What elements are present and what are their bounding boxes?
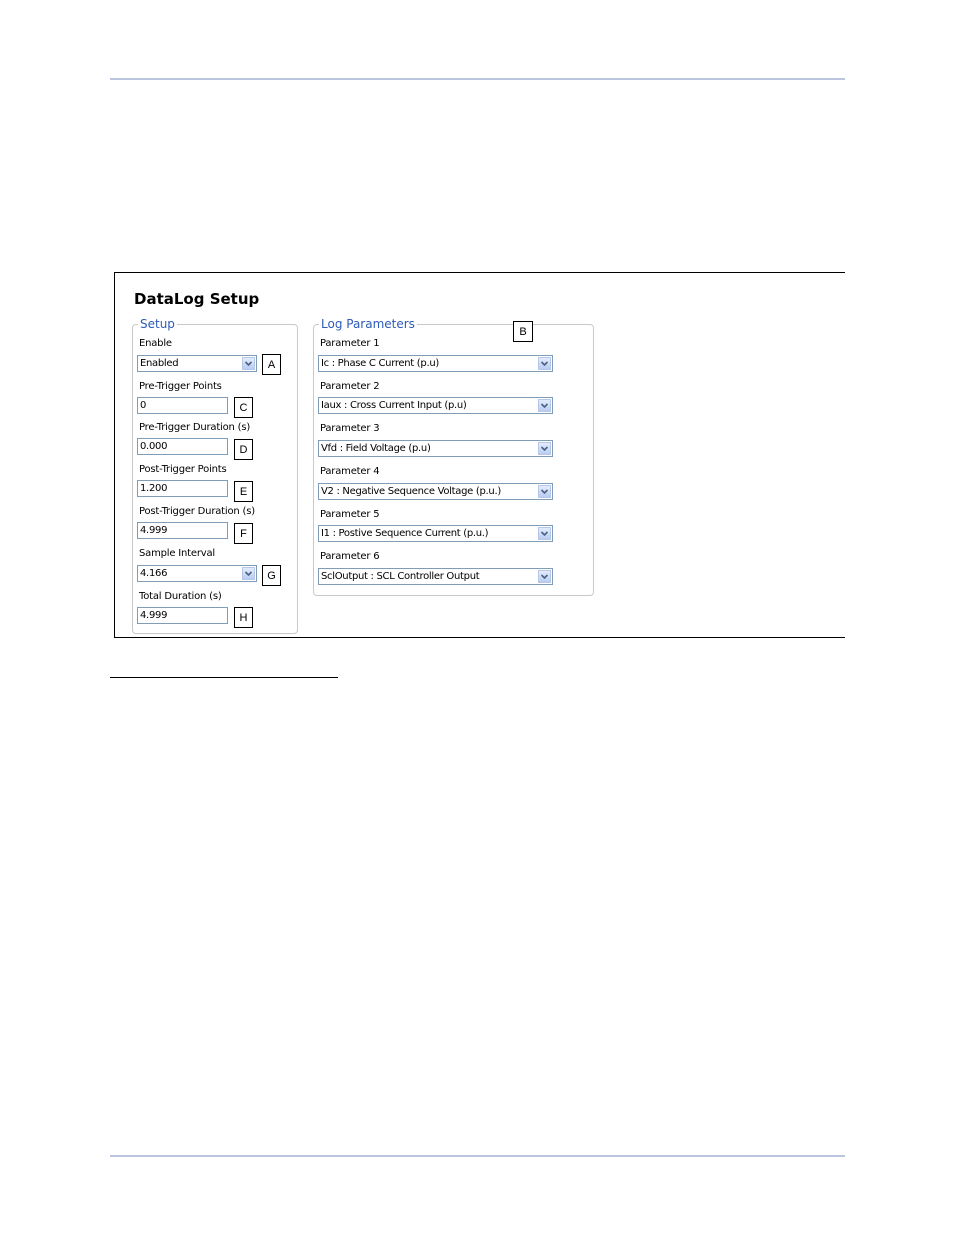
parameter-2-dropdown[interactable]: Iaux : Cross Current Input (p.u) bbox=[318, 397, 553, 414]
callout-g: G bbox=[262, 565, 281, 586]
footnote-rule bbox=[110, 677, 338, 678]
enable-value: Enabled bbox=[140, 358, 179, 369]
chevron-down-icon[interactable] bbox=[242, 567, 255, 580]
pre-trigger-points-label: Pre-Trigger Points bbox=[139, 381, 222, 392]
log-parameters-group: Log Parameters B Parameter 1 Ic : Phase … bbox=[313, 317, 594, 596]
total-duration-value: 4.999 bbox=[140, 610, 168, 621]
parameter-4-label: Parameter 4 bbox=[320, 466, 380, 477]
parameter-4-value: V2 : Negative Sequence Voltage (p.u.) bbox=[321, 486, 501, 497]
enable-dropdown[interactable]: Enabled bbox=[137, 355, 257, 372]
post-trigger-duration-field: 4.999 bbox=[137, 522, 228, 539]
chevron-down-icon[interactable] bbox=[538, 527, 551, 540]
chevron-down-icon[interactable] bbox=[538, 570, 551, 583]
parameter-6-dropdown[interactable]: SclOutput : SCL Controller Output bbox=[318, 568, 553, 585]
post-trigger-points-field: 1.200 bbox=[137, 480, 228, 497]
callout-c: C bbox=[234, 397, 253, 418]
post-trigger-duration-label: Post-Trigger Duration (s) bbox=[139, 506, 255, 517]
parameter-6-label: Parameter 6 bbox=[320, 551, 380, 562]
enable-label: Enable bbox=[139, 338, 172, 349]
parameter-3-value: Vfd : Field Voltage (p.u) bbox=[321, 443, 431, 454]
parameter-5-value: I1 : Postive Sequence Current (p.u.) bbox=[321, 528, 489, 539]
parameter-2-label: Parameter 2 bbox=[320, 381, 380, 392]
pre-trigger-duration-value: 0.000 bbox=[140, 441, 168, 452]
post-trigger-points-label: Post-Trigger Points bbox=[139, 464, 227, 475]
pre-trigger-duration-label: Pre-Trigger Duration (s) bbox=[139, 422, 251, 433]
parameter-1-label: Parameter 1 bbox=[320, 338, 380, 349]
chevron-down-icon[interactable] bbox=[538, 399, 551, 412]
parameter-3-label: Parameter 3 bbox=[320, 423, 380, 434]
header-rule bbox=[110, 78, 845, 80]
chevron-down-icon[interactable] bbox=[538, 442, 551, 455]
callout-a: A bbox=[262, 354, 281, 375]
callout-h: H bbox=[234, 607, 253, 628]
parameter-2-value: Iaux : Cross Current Input (p.u) bbox=[321, 400, 467, 411]
pre-trigger-points-input[interactable]: 0 bbox=[137, 397, 228, 414]
parameter-4-dropdown[interactable]: V2 : Negative Sequence Voltage (p.u.) bbox=[318, 483, 553, 500]
callout-d: D bbox=[234, 439, 253, 460]
parameter-5-dropdown[interactable]: I1 : Postive Sequence Current (p.u.) bbox=[318, 525, 553, 542]
parameter-1-dropdown[interactable]: Ic : Phase C Current (p.u) bbox=[318, 355, 553, 372]
datalog-setup-screen: DataLog Setup Setup Enable Enabled A Pre… bbox=[114, 272, 845, 638]
sample-interval-dropdown[interactable]: 4.166 bbox=[137, 565, 257, 582]
sample-interval-value: 4.166 bbox=[140, 568, 168, 579]
chevron-down-icon[interactable] bbox=[538, 357, 551, 370]
parameter-6-value: SclOutput : SCL Controller Output bbox=[321, 571, 480, 582]
setup-group: Setup Enable Enabled A Pre-Trigger Point… bbox=[132, 317, 298, 634]
footer-rule bbox=[110, 1155, 845, 1157]
post-trigger-points-value: 1.200 bbox=[140, 483, 168, 494]
total-duration-field: 4.999 bbox=[137, 607, 228, 624]
chevron-down-icon[interactable] bbox=[242, 357, 255, 370]
chevron-down-icon[interactable] bbox=[538, 485, 551, 498]
sample-interval-label: Sample Interval bbox=[139, 548, 215, 559]
parameter-1-value: Ic : Phase C Current (p.u) bbox=[321, 358, 439, 369]
callout-f: F bbox=[234, 523, 253, 544]
callout-b: B bbox=[513, 321, 533, 342]
pre-trigger-duration-field: 0.000 bbox=[137, 438, 228, 455]
callout-e: E bbox=[234, 481, 253, 502]
parameter-3-dropdown[interactable]: Vfd : Field Voltage (p.u) bbox=[318, 440, 553, 457]
log-parameters-legend: Log Parameters bbox=[319, 317, 417, 331]
setup-legend: Setup bbox=[138, 317, 177, 331]
screen-title: DataLog Setup bbox=[134, 290, 260, 308]
parameter-5-label: Parameter 5 bbox=[320, 509, 380, 520]
pre-trigger-points-value: 0 bbox=[140, 400, 147, 411]
total-duration-label: Total Duration (s) bbox=[139, 591, 222, 602]
post-trigger-duration-value: 4.999 bbox=[140, 525, 168, 536]
